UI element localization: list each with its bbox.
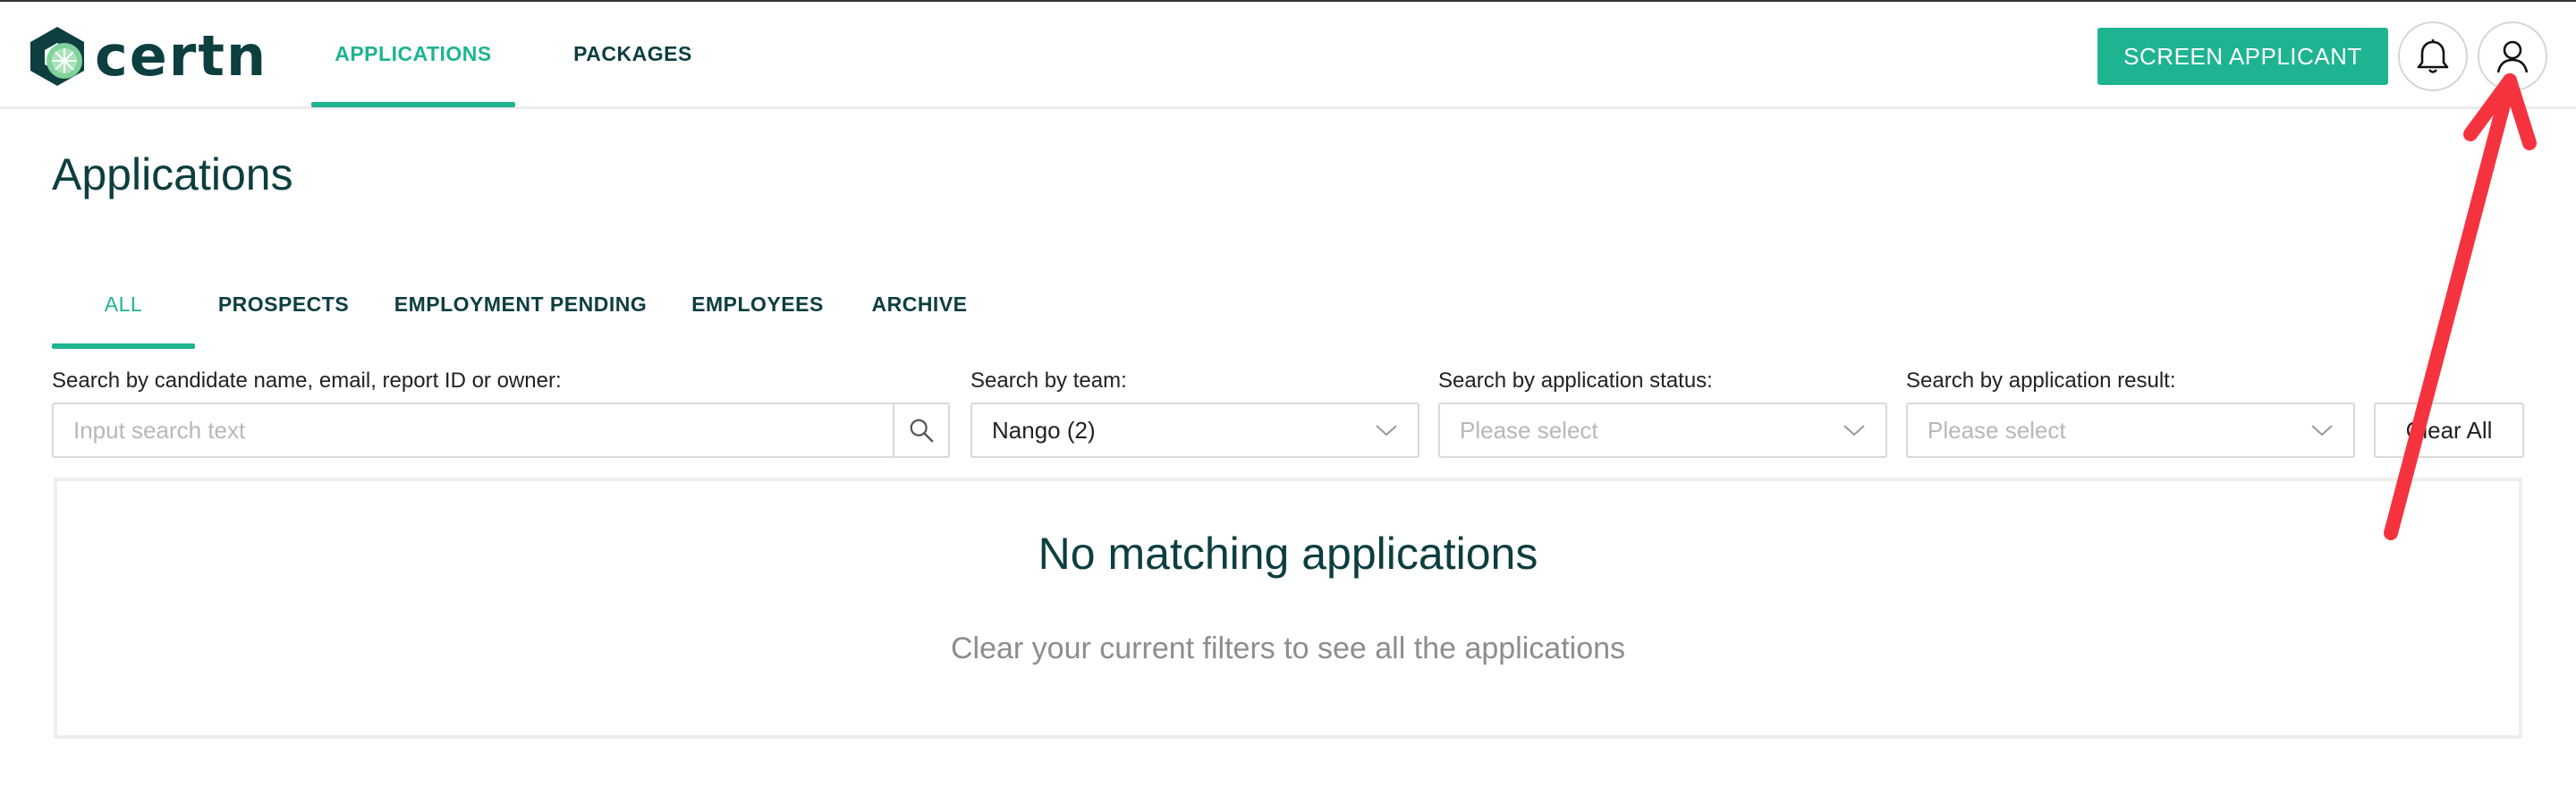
clear-all-button[interactable]: Clear All: [2374, 402, 2524, 458]
status-label: Search by application status:: [1438, 369, 1713, 393]
tab-all[interactable]: ALL: [52, 259, 195, 349]
nav-packages[interactable]: PACKAGES: [555, 2, 711, 106]
top-navbar: certn APPLICATIONS PACKAGES SCREEN APPLI…: [0, 2, 2576, 109]
empty-state-subtitle: Clear your current filters to see all th…: [950, 631, 1626, 665]
screen-applicant-button[interactable]: SCREEN APPLICANT: [2097, 28, 2388, 85]
team-select[interactable]: Nango (2): [970, 402, 1419, 458]
team-label: Search by team:: [970, 369, 1127, 393]
tab-prospects[interactable]: PROSPECTS: [213, 259, 354, 349]
certn-logo[interactable]: certn: [27, 25, 267, 88]
team-select-value: Nango (2): [992, 416, 1096, 444]
bell-icon: [2417, 39, 2449, 73]
status-select-placeholder: Please select: [1460, 416, 1598, 444]
certn-logo-icon: [30, 27, 84, 86]
search-button[interactable]: [893, 404, 948, 456]
search-box: [52, 402, 950, 458]
search-input[interactable]: [54, 404, 893, 456]
result-select[interactable]: Please select: [1906, 402, 2355, 458]
user-profile-button[interactable]: [2478, 21, 2547, 91]
notifications-button[interactable]: [2398, 21, 2468, 91]
search-label: Search by candidate name, email, report …: [52, 369, 562, 393]
tab-employment-pending[interactable]: EMPLOYMENT PENDING: [390, 259, 651, 349]
nav-applications[interactable]: APPLICATIONS: [311, 2, 515, 107]
search-icon: [910, 419, 934, 443]
user-icon: [2496, 40, 2529, 73]
result-label: Search by application result:: [1906, 369, 2176, 393]
chevron-down-icon: [1376, 425, 1397, 436]
result-select-placeholder: Please select: [1928, 416, 2066, 444]
page-title: Applications: [52, 149, 293, 199]
empty-state-card: No matching applications Clear your curr…: [54, 478, 2522, 739]
chevron-down-icon: [1843, 425, 1865, 436]
status-select[interactable]: Please select: [1438, 402, 1887, 458]
tab-archive[interactable]: ARCHIVE: [864, 259, 975, 349]
tab-employees[interactable]: EMPLOYEES: [685, 259, 830, 349]
brand-name: certn: [95, 23, 268, 89]
chevron-down-icon: [2311, 425, 2333, 436]
empty-state-title: No matching applications: [1038, 529, 1538, 579]
